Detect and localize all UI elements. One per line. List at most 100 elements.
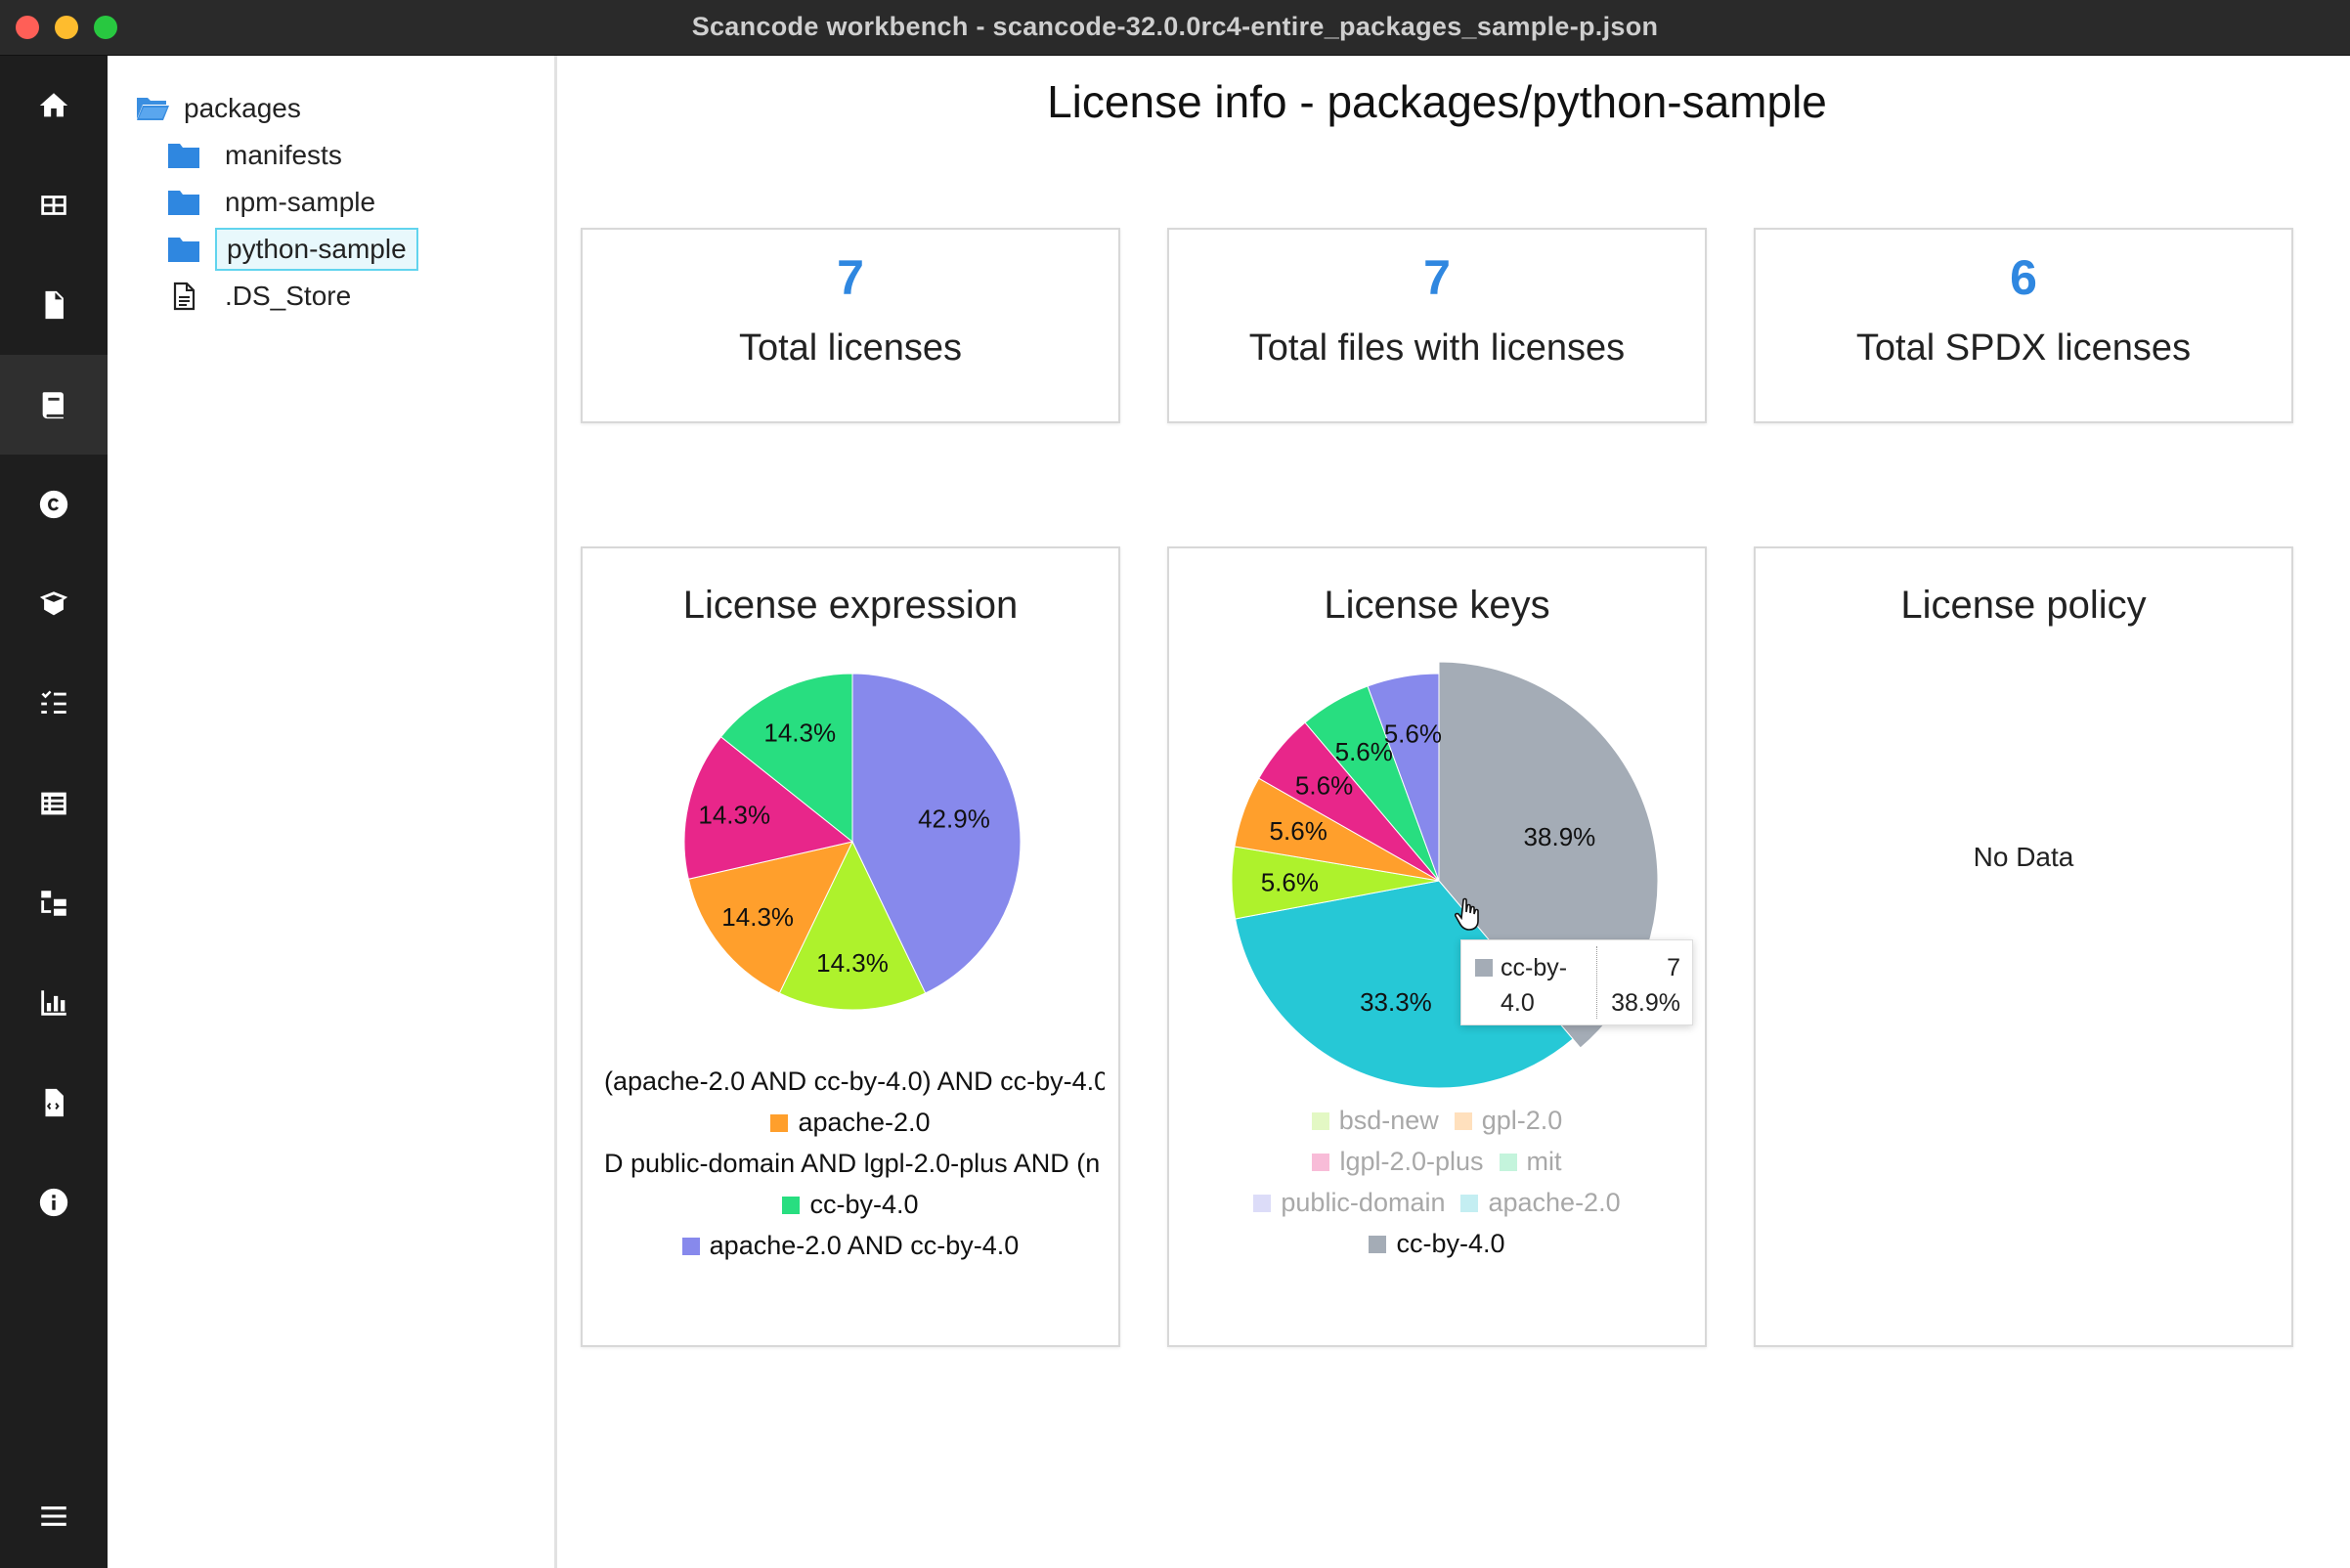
legend-label: public-domain	[1281, 1188, 1446, 1217]
stat-label: Total files with licenses	[1248, 327, 1626, 369]
legend-row: bsd-new gpl-2.0	[1169, 1106, 1705, 1136]
about-icon	[39, 1188, 68, 1217]
pie-slice-label: 5.6%	[1295, 770, 1353, 800]
legend-swatch	[1369, 1236, 1387, 1253]
legend-label: apache-2.0 AND cc-by-4.0	[709, 1231, 1020, 1260]
title-bar: Scancode workbench - scancode-32.0.0rc4-…	[0, 0, 2350, 56]
file-info-icon	[45, 290, 64, 320]
tree-folder-npm-sample[interactable]: npm-sample	[166, 179, 385, 226]
nav-sidebar	[0, 56, 108, 1568]
legend-item[interactable]: apache-2.0	[1460, 1188, 1621, 1217]
legend-row: D public-domain AND lgpl-2.0-plus AND (n	[596, 1149, 1105, 1179]
legend-swatch	[1253, 1195, 1272, 1212]
tree-label-packages: packages	[184, 93, 301, 123]
nav-license-info[interactable]	[0, 355, 108, 455]
nav-packages[interactable]	[0, 554, 108, 654]
legend-label: (apache-2.0 AND cc-by-4.0) AND cc-by-4.0	[604, 1067, 1105, 1096]
nav-copyright[interactable]	[0, 455, 108, 554]
legend-item[interactable]: lgpl-2.0-plus	[1312, 1147, 1484, 1176]
folder-icon	[168, 238, 199, 262]
hand-cursor-icon	[1455, 897, 1479, 931]
pie-slice-label: 14.3%	[763, 718, 836, 747]
folder-icon	[168, 144, 199, 168]
tree-label-ds-store: .DS_Store	[225, 281, 352, 311]
legend-item[interactable]: apache-2.0 AND cc-by-4.0	[681, 1231, 1020, 1260]
nav-license-detections[interactable]	[0, 654, 108, 754]
chart-card-license-policy: License policy No Data	[1754, 546, 2293, 1347]
tooltip-count: 7	[1667, 954, 1680, 981]
legend-item[interactable]: cc-by-4.0	[782, 1190, 919, 1219]
pie-slice-label: 42.9%	[918, 804, 990, 833]
pie-slice-label: 14.3%	[721, 902, 794, 932]
nav-menu-toggle[interactable]	[0, 1466, 108, 1566]
legend-swatch	[782, 1197, 801, 1214]
legend-label: cc-by-4.0	[809, 1190, 919, 1219]
legend-item[interactable]: cc-by-4.0	[1369, 1229, 1505, 1258]
legend-item[interactable]: (apache-2.0 AND cc-by-4.0) AND cc-by-4.0	[604, 1067, 1105, 1096]
nav-table-view[interactable]	[0, 155, 108, 255]
stat-value: 6	[2010, 250, 2037, 305]
chart-tooltip: cc-by- 4.0 7 38.9%	[1460, 939, 1693, 1025]
stat-value: 7	[1423, 250, 1451, 305]
legend-label: D public-domain AND lgpl-2.0-plus AND (n	[604, 1149, 1101, 1178]
legend-item[interactable]: bsd-new	[1311, 1106, 1439, 1135]
nav-list-view[interactable]	[0, 754, 108, 853]
legend-label: apache-2.0	[798, 1108, 931, 1137]
license-info-panel: License info - packages/python-sample 7 …	[560, 56, 2350, 1568]
legend-swatch	[681, 1238, 700, 1255]
nav-chart-summary[interactable]	[0, 953, 108, 1053]
page-title: License info - packages/python-sample	[1047, 76, 1827, 127]
tree-folder-packages[interactable]: packages	[135, 85, 311, 132]
tree-label-manifests: manifests	[225, 140, 342, 170]
legend-swatch	[770, 1114, 789, 1132]
tree-file-ds-store[interactable]: .DS_Store	[166, 273, 361, 320]
nav-file-info[interactable]	[0, 255, 108, 355]
tree-folder-python-sample[interactable]: python-sample	[166, 226, 418, 273]
legend-item[interactable]: apache-2.0	[770, 1108, 931, 1137]
chart-summary-icon	[41, 990, 66, 1016]
legend-row: lgpl-2.0-plus mit	[1169, 1147, 1705, 1177]
folder-open-icon	[137, 98, 169, 120]
copyright-icon	[39, 490, 68, 519]
legend-row: cc-by-4.0	[1169, 1229, 1705, 1259]
home-icon	[39, 93, 68, 117]
legend-label: lgpl-2.0-plus	[1339, 1147, 1484, 1176]
legend-item[interactable]: D public-domain AND lgpl-2.0-plus AND (n	[604, 1149, 1100, 1178]
chart-card-license-keys: License keys 38.9% 33.3% 5.6% 5.6% 5.6% 5.6% 5…	[1167, 546, 1707, 1347]
nav-dependencies[interactable]	[0, 853, 108, 953]
legend-row: apache-2.0 AND cc-by-4.0	[596, 1231, 1105, 1261]
pie-slice-label: 33.3%	[1360, 987, 1432, 1017]
chart-card-license-expression: License expression 42.9% 14.3% 14.3% 14.3% 1…	[581, 546, 1120, 1347]
pie-slice-label: 14.3%	[816, 948, 889, 978]
legend-swatch	[1312, 1154, 1330, 1171]
pie-slice-label: 5.6%	[1261, 867, 1319, 896]
legend-label: mit	[1526, 1147, 1562, 1176]
license-info-icon	[42, 392, 64, 419]
legend-row: apache-2.0	[596, 1108, 1105, 1138]
legend-label: gpl-2.0	[1481, 1106, 1563, 1135]
legend-row: cc-by-4.0	[596, 1190, 1105, 1220]
legend-swatch	[1499, 1154, 1517, 1171]
pie-slice-label: 38.9%	[1524, 822, 1596, 851]
no-data-message: No Data	[1973, 842, 2074, 872]
tooltip-label-line1: cc-by-	[1501, 954, 1568, 981]
license-detections-icon	[41, 690, 66, 714]
legend-row: public-domain apache-2.0	[1169, 1188, 1705, 1218]
pie-slice-label: 5.6%	[1384, 719, 1442, 749]
window-title: Scancode workbench - scancode-32.0.0rc4-…	[691, 12, 1659, 41]
stat-card-total-spdx-licenses: 6 Total SPDX licenses	[1754, 228, 2293, 423]
nav-about[interactable]	[0, 1153, 108, 1252]
legend-label: cc-by-4.0	[1396, 1229, 1505, 1258]
tooltip-label-line2: 4.0	[1501, 989, 1535, 1017]
legend-item[interactable]: mit	[1499, 1147, 1562, 1176]
pie-slice-label: 5.6%	[1270, 816, 1327, 846]
legend-item[interactable]: public-domain	[1253, 1188, 1445, 1217]
tree-label-python-sample: python-sample	[215, 228, 418, 271]
nav-scan-info[interactable]	[0, 1053, 108, 1153]
app-window: Scancode workbench - scancode-32.0.0rc4-…	[0, 0, 2350, 1568]
dependencies-icon	[41, 891, 66, 916]
menu-icon	[41, 1506, 66, 1526]
tree-folder-manifests[interactable]: manifests	[166, 132, 352, 179]
legend-item[interactable]: gpl-2.0	[1454, 1106, 1563, 1135]
nav-home[interactable]	[0, 56, 108, 155]
